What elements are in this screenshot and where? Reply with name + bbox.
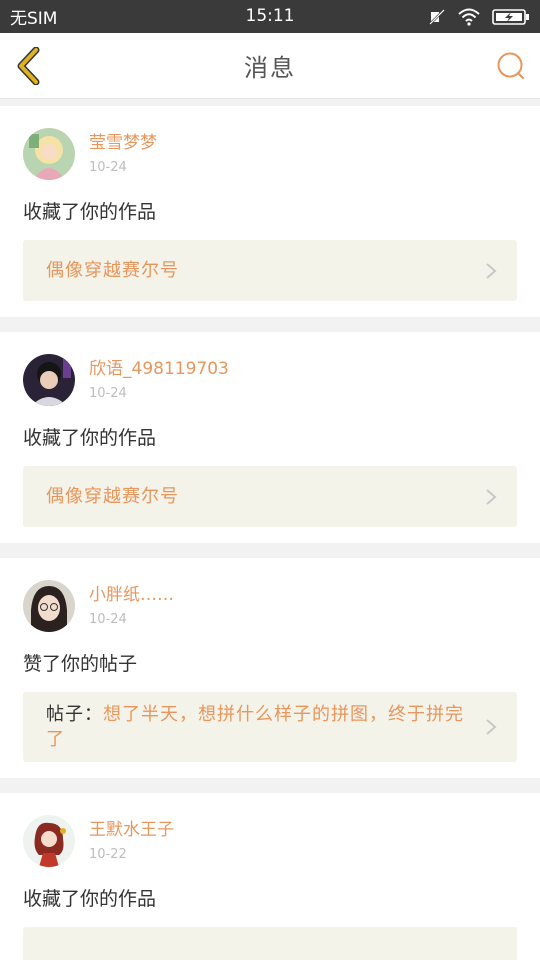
- search-icon[interactable]: [496, 51, 526, 81]
- target-title: 想了半天，想拼什么样子的拼图，终于拼完了: [46, 704, 464, 750]
- app-header: 消息: [0, 33, 540, 99]
- page-title: 消息: [244, 54, 296, 82]
- mute-icon: [429, 8, 445, 25]
- chevron-right-icon: [486, 488, 497, 505]
- target-link[interactable]: 帖子：想了半天，想拼什么样子的拼图，终于拼完了: [23, 692, 517, 762]
- target-link[interactable]: [23, 927, 517, 960]
- wifi-icon: [458, 8, 480, 26]
- username[interactable]: 欣语_498119703: [89, 358, 229, 380]
- status-icons: [428, 8, 530, 26]
- action-text: 赞了你的帖子: [23, 653, 138, 675]
- status-bar: 无SIM 15:11: [0, 0, 540, 33]
- date: 10-24: [89, 386, 127, 401]
- avatar[interactable]: [23, 815, 75, 867]
- target-prefix: 帖子：: [46, 704, 103, 725]
- username[interactable]: 王默水王子: [89, 819, 174, 841]
- action-text: 收藏了你的作品: [23, 201, 157, 223]
- action-text: 收藏了你的作品: [23, 888, 157, 910]
- message-card: 欣语_498119703 10-24 收藏了你的作品 偶像穿越赛尔号: [0, 332, 540, 543]
- date: 10-24: [89, 160, 127, 175]
- message-card: 王默水王子 10-22 收藏了你的作品: [0, 793, 540, 960]
- avatar[interactable]: [23, 354, 75, 406]
- carrier-label: 无SIM: [10, 9, 58, 29]
- avatar[interactable]: [23, 580, 75, 632]
- target-link[interactable]: 偶像穿越赛尔号: [23, 240, 517, 301]
- battery-charging-icon: [492, 8, 529, 25]
- message-card: 小胖纸…… 10-24 赞了你的帖子 帖子：想了半天，想拼什么样子的拼图，终于拼…: [0, 558, 540, 778]
- username[interactable]: 莹雪梦梦: [89, 132, 157, 154]
- target-title: 偶像穿越赛尔号: [46, 260, 179, 281]
- avatar[interactable]: [23, 128, 75, 180]
- message-card: 莹雪梦梦 10-24 收藏了你的作品 偶像穿越赛尔号: [0, 106, 540, 317]
- action-text: 收藏了你的作品: [23, 427, 157, 449]
- username[interactable]: 小胖纸……: [89, 584, 174, 606]
- date: 10-22: [89, 847, 127, 862]
- target-link[interactable]: 偶像穿越赛尔号: [23, 466, 517, 527]
- date: 10-24: [89, 612, 127, 627]
- chevron-right-icon: [486, 262, 497, 279]
- message-list: 莹雪梦梦 10-24 收藏了你的作品 偶像穿越赛尔号 欣语_498119703 …: [0, 106, 540, 960]
- chevron-left-icon[interactable]: [14, 47, 44, 85]
- target-title: 偶像穿越赛尔号: [46, 486, 179, 507]
- chevron-right-icon: [486, 719, 497, 735]
